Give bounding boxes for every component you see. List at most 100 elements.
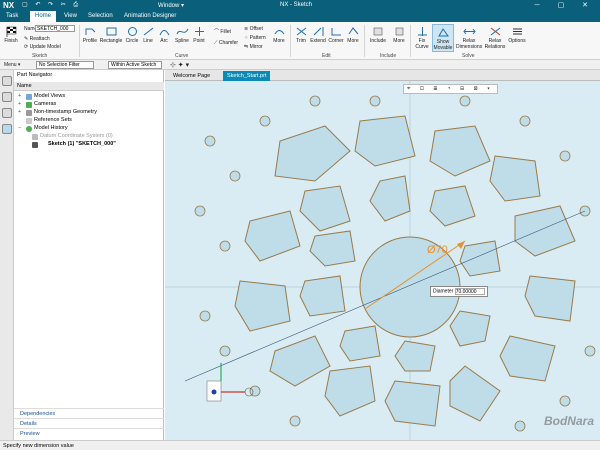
more-include-button[interactable]: More [392, 26, 406, 44]
fix-curve-button[interactable]: Fix Curve [414, 26, 430, 50]
fix-curve-icon [417, 27, 427, 36]
tab-home[interactable]: Home [30, 11, 57, 22]
sketch-drawing[interactable]: Ø70 [165, 81, 600, 440]
more-icon [348, 27, 358, 35]
sketch-name-field[interactable]: SKETCH_000 [35, 25, 75, 32]
dimension-input-box[interactable]: Diameter [430, 286, 488, 297]
tab-view[interactable]: View [64, 13, 77, 19]
reference-sets-icon [26, 118, 32, 124]
tab-welcome-page[interactable]: Welcome Page [169, 71, 214, 81]
circle-button[interactable]: Circle [124, 26, 140, 44]
menu-button[interactable]: Menu ▾ [4, 62, 20, 68]
profile-button[interactable]: Profile [82, 26, 98, 44]
part-navigator-icon[interactable] [2, 76, 12, 86]
more-edit-button[interactable]: More [346, 26, 360, 44]
slot [429, 125, 491, 177]
arc-button[interactable]: Arc [158, 26, 170, 44]
reuse-library-icon[interactable] [2, 124, 12, 134]
show-movable-icon [437, 28, 449, 37]
corner-button[interactable]: Corner [328, 26, 344, 44]
tree-row[interactable]: Datum Coordinate System (0) [14, 133, 164, 141]
assembly-navigator-icon[interactable] [2, 92, 12, 102]
more-icon [395, 27, 403, 36]
dimension-value-input[interactable] [454, 288, 485, 295]
spline-icon [176, 28, 188, 35]
slot [299, 275, 346, 317]
extend-button[interactable]: Extend [310, 26, 326, 44]
group-curve-label: Curve [175, 53, 189, 59]
slot [299, 185, 351, 232]
relax-dimensions-button[interactable]: Relax Dimensions [456, 26, 482, 50]
fillet-label: Fillet [220, 29, 231, 35]
tree-row[interactable]: Reference Sets [14, 117, 164, 125]
model-history-icon [26, 126, 32, 132]
selection-scope-dropdown[interactable]: Within Active Sketch [108, 61, 162, 69]
offset-label: Offset [249, 26, 263, 32]
mirror-button[interactable]: ⇋ Mirror [244, 44, 263, 50]
constraint-navigator-icon[interactable] [2, 108, 12, 118]
fillet-button[interactable]: ⌒ Fillet [214, 28, 231, 35]
chamfer-button[interactable]: ⟋ Chamfer [214, 40, 238, 46]
relax-dimensions-icon [462, 28, 476, 35]
expand-icon[interactable]: + [18, 93, 21, 99]
reattach-label: Reattach [29, 36, 50, 42]
nx-logo: NX [3, 1, 15, 10]
preview-panel[interactable]: Preview [14, 428, 164, 438]
tree-row[interactable]: − Model History [14, 125, 164, 133]
show-movable-button[interactable]: Show Movable [432, 24, 454, 52]
eye-icon [32, 142, 38, 148]
tab-task[interactable]: Task [6, 13, 18, 19]
slot [339, 325, 381, 362]
window-menu[interactable]: Window ▾ [158, 2, 184, 9]
pattern-button[interactable]: ⁘ Pattern [244, 35, 266, 41]
check-icon [26, 102, 32, 108]
options-icon [512, 28, 522, 35]
finish-button[interactable]: Finish [2, 26, 20, 44]
include-button[interactable]: Include [368, 26, 388, 44]
rectangle-button[interactable]: Rectangle [99, 26, 123, 44]
circle-icon [127, 27, 137, 36]
graphics-window-tabs: Welcome Page Sketch_Start.prt [165, 70, 600, 81]
tab-animation-designer[interactable]: Animation Designer [124, 13, 176, 19]
quick-access-toolbar[interactable]: ▢ ↶ ↷ ✂ ⎙ [22, 1, 81, 9]
tree-row[interactable]: + Model Views [14, 93, 164, 101]
expand-icon[interactable]: + [18, 109, 21, 115]
relax-relations-button[interactable]: Relax Relations [484, 26, 506, 50]
selection-filter-dropdown[interactable]: No Selection Filter [36, 61, 94, 69]
tree-row-label: Reference Sets [34, 117, 72, 123]
tree-row[interactable]: + Non-timestamp Geometry [14, 109, 164, 117]
point-label: Point [193, 38, 205, 44]
tab-selection[interactable]: Selection [88, 13, 113, 19]
dependencies-panel[interactable]: Dependencies [14, 408, 164, 418]
trim-label: Trim [296, 38, 306, 44]
tree-row[interactable]: Sketch (1) "SKETCH_000" [14, 141, 164, 149]
snap-point-icon[interactable]: ⊹ ✦ ▾ [170, 61, 189, 69]
offset-button[interactable]: ≋ Offset [244, 26, 263, 32]
mirror-label: Mirror [249, 44, 263, 50]
trim-button[interactable]: Trim [294, 26, 308, 44]
relax-relations-label: Relax Relations [484, 38, 506, 50]
line-button[interactable]: Line [142, 26, 154, 44]
window-controls[interactable]: ─ ▢ ✕ [535, 1, 596, 9]
options-button[interactable]: Options [508, 26, 526, 44]
column-header-name[interactable]: Name [14, 82, 164, 91]
reattach-button[interactable]: ✎ Reattach [24, 36, 50, 42]
collapse-icon[interactable]: − [18, 125, 21, 131]
graphics-window[interactable]: Ø70 ⌖ ⊡ ⊞ ◔ ⊟ ⊠ ▾ Diameter BodNara [165, 81, 600, 440]
expand-icon[interactable]: + [18, 101, 21, 107]
checkered-flag-icon [6, 26, 16, 37]
tree-row[interactable]: + Cameras [14, 101, 164, 109]
tree-row-label: Datum Coordinate System (0) [40, 133, 113, 139]
more-curve-button[interactable]: More [272, 26, 286, 44]
tab-sketch-start[interactable]: Sketch_Start.prt [223, 71, 271, 81]
details-panel[interactable]: Details [14, 418, 164, 428]
geometry-icon [26, 110, 32, 116]
tree-row-label: Cameras [34, 101, 57, 107]
spline-button[interactable]: Spline [174, 26, 190, 44]
view-toolbar[interactable]: ⌖ ⊡ ⊞ ◔ ⊟ ⊠ ▾ [403, 84, 498, 94]
point-button[interactable]: Point [192, 26, 206, 44]
selection-bar: Menu ▾ No Selection Filter Within Active… [0, 60, 600, 70]
update-model-button[interactable]: ⟳ Update Model [24, 44, 61, 50]
slot [449, 365, 501, 422]
show-movable-label: Show Movable [433, 39, 453, 51]
